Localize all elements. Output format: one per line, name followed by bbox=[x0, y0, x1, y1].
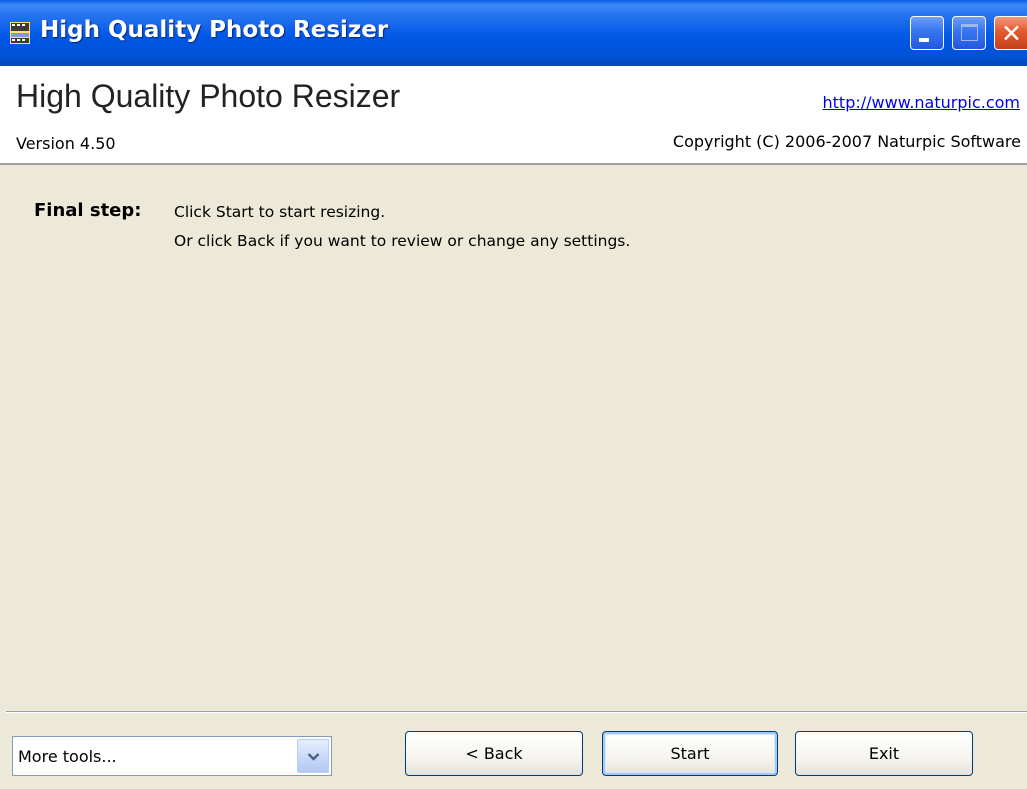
version-label: Version 4.50 bbox=[16, 134, 116, 153]
app-heading: High Quality Photo Resizer bbox=[16, 78, 401, 114]
minimize-icon bbox=[919, 38, 929, 42]
website-link[interactable]: http://www.naturpic.com bbox=[823, 93, 1020, 112]
close-button[interactable]: ✕ bbox=[994, 16, 1027, 50]
maximize-icon bbox=[961, 24, 978, 41]
back-button[interactable]: < Back bbox=[405, 731, 583, 776]
more-tools-value: More tools... bbox=[18, 747, 117, 766]
more-tools-select[interactable]: More tools... bbox=[12, 736, 332, 776]
header-panel: High Quality Photo Resizer http://www.na… bbox=[0, 66, 1027, 165]
app-icon bbox=[10, 22, 30, 44]
step-label: Final step: bbox=[34, 200, 142, 221]
chevron-down-icon bbox=[307, 753, 320, 761]
step-instruction-back: Or click Back if you want to review or c… bbox=[174, 232, 631, 250]
step-instruction-start: Click Start to start resizing. bbox=[174, 203, 386, 221]
exit-button[interactable]: Exit bbox=[795, 731, 973, 776]
maximize-button[interactable] bbox=[952, 16, 986, 50]
window-title: High Quality Photo Resizer bbox=[40, 17, 389, 43]
footer-divider-highlight bbox=[6, 712, 1027, 713]
app-window: High Quality Photo Resizer ✕ High Qualit… bbox=[0, 0, 1027, 789]
dropdown-button[interactable] bbox=[297, 739, 329, 773]
start-button[interactable]: Start bbox=[602, 731, 778, 776]
close-icon: ✕ bbox=[1001, 19, 1022, 48]
copyright-label: Copyright (C) 2006-2007 Naturpic Softwar… bbox=[672, 132, 1021, 151]
minimize-button[interactable] bbox=[910, 16, 944, 50]
title-bar[interactable]: High Quality Photo Resizer ✕ bbox=[0, 0, 1027, 66]
